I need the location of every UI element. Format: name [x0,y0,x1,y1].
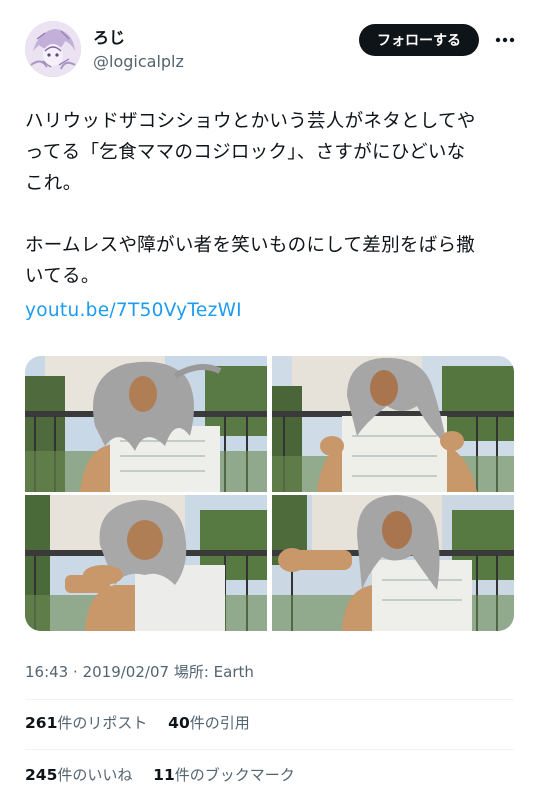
tweet-line: ってる「乞食ママのコジロック」、さすがにひどいな [25,142,466,163]
user-handle[interactable]: @logicalplz [93,52,184,71]
tweet-date[interactable]: 2019/02/07 [83,663,169,681]
meta-separator: · [73,663,78,681]
likes-count: 245 [25,766,58,784]
retweets-label: 件のリポスト [57,714,148,732]
tweet-time[interactable]: 16:43 [25,663,68,681]
media-image-1[interactable] [25,356,267,492]
bookmarks-stat[interactable]: 11件のブックマーク [153,766,295,784]
stats-row-1: 261件のリポスト 40件の引用 [25,712,266,733]
tweet-header: ろじ @logicalplz フォローする [0,0,539,90]
media-image-4[interactable] [272,495,514,631]
retweets-stat[interactable]: 261件のリポスト [25,714,147,732]
media-image-2[interactable] [272,356,514,492]
media-grid [25,356,514,631]
likes-label: 件のいいね [57,766,133,784]
retweets-count: 261 [25,714,58,732]
tweet-line: これ。 [25,173,82,194]
stats-row-2: 245件のいいね 11件のブックマーク [25,764,311,785]
quotes-label: 件の引用 [189,714,250,732]
tweet-line: いてる。 [25,266,100,287]
tweet-line-blank [25,199,515,230]
media-image-3[interactable] [25,495,267,631]
tweet-link[interactable]: youtu.be/7T50VyTezWI [25,295,242,326]
bookmarks-label: 件のブックマーク [174,766,295,784]
tweet-line: ハリウッドザコシショウとかいう芸人がネタとしてや [25,111,476,132]
tweet-text: ハリウッドザコシショウとかいう芸人がネタとしてや ってる「乞食ママのコジロック」… [25,106,515,326]
display-name[interactable]: ろじ [93,24,125,48]
more-dots-icon[interactable] [490,26,520,54]
divider [25,699,514,700]
follow-button[interactable]: フォローする [359,24,479,56]
avatar[interactable] [25,21,81,77]
bookmarks-count: 11 [153,766,175,784]
quotes-count: 40 [168,714,190,732]
tweet-place: 場所: Earth [173,663,254,681]
tweet-line: ホームレスや障がい者を笑いものにして差別をばら撒 [25,235,476,256]
tweet-meta: 16:43 · 2019/02/07 場所: Earth [25,661,254,682]
divider [25,749,514,750]
quotes-stat[interactable]: 40件の引用 [168,714,250,732]
likes-stat[interactable]: 245件のいいね [25,766,132,784]
avatar-illustration [25,21,81,77]
